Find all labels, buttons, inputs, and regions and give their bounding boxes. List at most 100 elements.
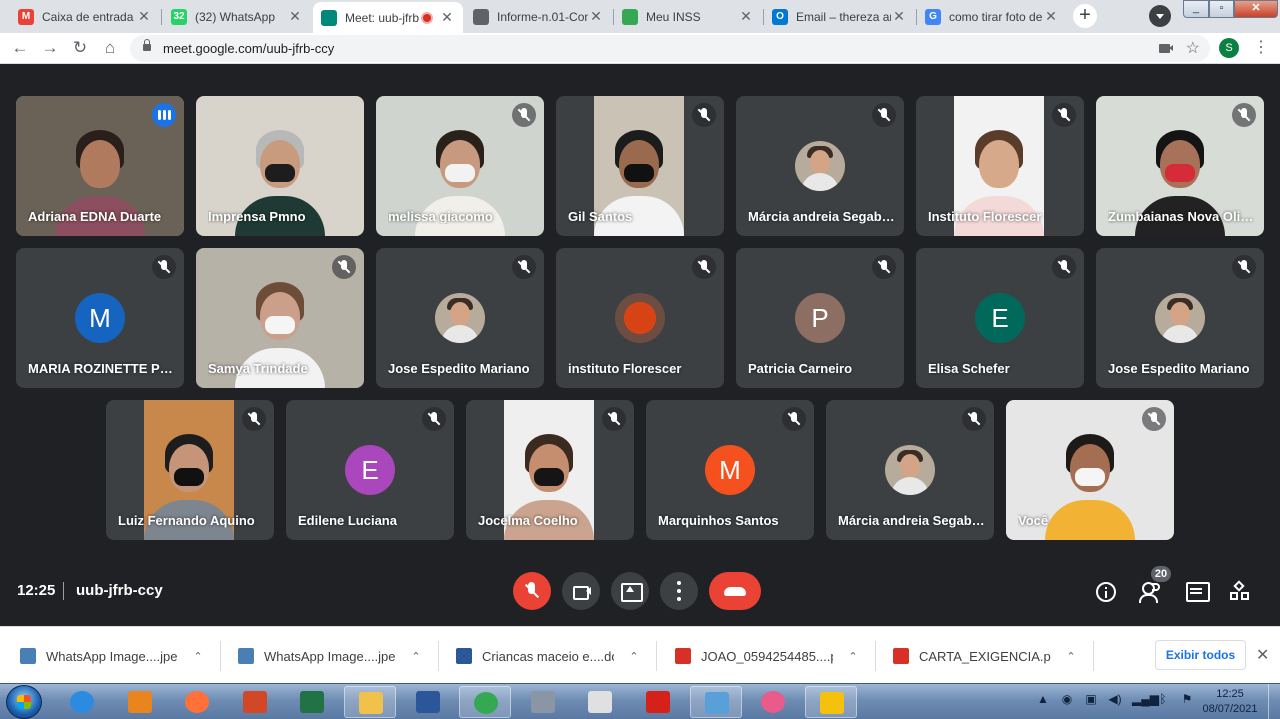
taskbar-app-button[interactable] <box>56 686 108 718</box>
security-icon[interactable]: ◉ <box>1060 692 1074 708</box>
close-tab-icon[interactable]: ✕ <box>588 8 604 25</box>
chevron-up-icon[interactable]: ⌃ <box>845 650 861 663</box>
taskbar-app-button[interactable] <box>114 686 166 718</box>
taskbar-app-button[interactable] <box>459 686 511 718</box>
participant-tile[interactable]: instituto Florescer <box>556 248 724 388</box>
download-item[interactable]: Criancas maceio e....doc ⌃ <box>456 641 642 671</box>
taskbar-clock[interactable]: 12:25 08/07/2021 <box>1197 687 1263 717</box>
taskbar-app-button[interactable] <box>517 686 569 718</box>
participant-tile[interactable]: Márcia andreia Segabinazzi <box>736 96 904 236</box>
participants-icon[interactable] <box>1139 580 1163 604</box>
taskbar-app-button[interactable] <box>344 686 396 718</box>
close-tab-icon[interactable]: ✕ <box>891 8 907 25</box>
close-tab-icon[interactable]: ✕ <box>287 8 303 25</box>
participant-tile[interactable]: Jose Espedito Mariano <box>376 248 544 388</box>
address-bar[interactable]: meet.google.com/uub-jfrb-ccy ☆ <box>130 35 1210 62</box>
close-window-button[interactable]: ✕ <box>1234 0 1278 18</box>
maximize-button[interactable]: ▫ <box>1209 0 1234 18</box>
participant-name: Jose Espedito Mariano <box>1108 361 1250 376</box>
browser-tab[interactable]: M Caixa de entrada (✕ <box>10 2 160 31</box>
participant-tile[interactable]: Jose Espedito Mariano <box>1096 248 1264 388</box>
browser-tab[interactable]: Gcomo tirar foto de ✕ <box>917 2 1067 31</box>
participant-tile[interactable]: Samya Trindade <box>196 248 364 388</box>
action-center-flag-icon[interactable]: ⚑ <box>1180 692 1194 708</box>
chevron-up-icon[interactable]: ⌃ <box>1063 650 1079 663</box>
download-item[interactable]: WhatsApp Image....jpeg ⌃ <box>20 641 206 671</box>
participant-name: Elisa Schefer <box>928 361 1010 376</box>
participant-tile[interactable]: Zumbaianas Nova Olinda <box>1096 96 1264 236</box>
show-desktop-button[interactable] <box>1268 684 1280 719</box>
camera-in-use-icon[interactable] <box>1159 44 1173 53</box>
tab-search-button[interactable] <box>1149 5 1171 27</box>
volume-icon[interactable]: ◀) <box>1108 692 1122 708</box>
browser-tab[interactable]: Meu INSS ✕ <box>614 2 762 31</box>
chrome-menu-icon[interactable]: ⋮ <box>1253 37 1269 59</box>
more-options-button[interactable] <box>660 572 698 610</box>
lock-icon[interactable] <box>143 39 151 51</box>
browser-tab[interactable]: Meet: uub-jfrb ✕ <box>313 2 463 33</box>
download-item[interactable]: JOAO_0594254485....pdf ⌃ <box>675 641 861 671</box>
participant-tile[interactable]: Você <box>1006 400 1174 540</box>
muted-mic-icon <box>332 255 356 279</box>
participant-tile[interactable]: E Elisa Schefer <box>916 248 1084 388</box>
new-tab-button[interactable]: + <box>1073 4 1097 28</box>
taskbar-app-button[interactable] <box>171 686 223 718</box>
close-downloads-icon[interactable]: ✕ <box>1256 645 1269 665</box>
close-tab-icon[interactable]: ✕ <box>439 9 455 26</box>
participant-tile[interactable]: Luiz Fernando Aquino <box>106 400 274 540</box>
reload-icon[interactable]: ↻ <box>69 37 91 59</box>
participant-tile[interactable]: M Marquinhos Santos <box>646 400 814 540</box>
back-arrow-icon[interactable]: ← <box>9 37 31 59</box>
participant-tile[interactable]: P Patricia Carneiro <box>736 248 904 388</box>
close-tab-icon[interactable]: ✕ <box>738 8 754 25</box>
taskbar-app-button[interactable] <box>632 686 684 718</box>
camera-button[interactable] <box>562 572 600 610</box>
url-text[interactable]: meet.google.com/uub-jfrb-ccy <box>163 41 334 56</box>
taskbar-app-button[interactable] <box>574 686 626 718</box>
participant-tile[interactable]: Imprensa Pmno <box>196 96 364 236</box>
browser-tab[interactable]: Informe-n.01-Con ✕ <box>465 2 612 31</box>
taskbar-app-button[interactable] <box>286 686 338 718</box>
download-item[interactable]: WhatsApp Image....jpeg ⌃ <box>238 641 424 671</box>
device-icon[interactable]: ▣ <box>1084 692 1098 708</box>
participant-tile[interactable]: M MARIA ROZINETTE PEREIRA <box>16 248 184 388</box>
close-tab-icon[interactable]: ✕ <box>1043 8 1059 25</box>
minimize-button[interactable]: _ <box>1183 0 1209 18</box>
participant-tile[interactable]: E Edilene Luciana <box>286 400 454 540</box>
bookmark-star-icon[interactable]: ☆ <box>1186 38 1200 58</box>
show-hidden-icons-icon[interactable]: ▲ <box>1036 692 1050 708</box>
chat-icon[interactable] <box>1184 580 1210 604</box>
taskbar-app-button[interactable] <box>229 686 281 718</box>
muted-mic-icon <box>602 407 626 431</box>
chevron-up-icon[interactable]: ⌃ <box>408 650 424 663</box>
participant-tile[interactable]: Márcia andreia Segabinazzi <box>826 400 994 540</box>
taskbar-app-button[interactable] <box>402 686 454 718</box>
microphone-off-button[interactable] <box>513 572 551 610</box>
forward-arrow-icon[interactable]: → <box>39 37 61 59</box>
profile-avatar[interactable]: S <box>1219 38 1239 58</box>
chevron-up-icon[interactable]: ⌃ <box>190 650 206 663</box>
signal-icon[interactable]: ▂▄▆ <box>1132 692 1159 708</box>
participant-tile[interactable]: melissa giacomo <box>376 96 544 236</box>
bluetooth-icon[interactable]: ᛒ <box>1156 692 1170 708</box>
taskbar-app-button[interactable] <box>805 686 857 718</box>
participant-tile[interactable]: Instituto Florescer <box>916 96 1084 236</box>
taskbar-app-button[interactable] <box>747 686 799 718</box>
chevron-up-icon[interactable]: ⌃ <box>626 650 642 663</box>
close-tab-icon[interactable]: ✕ <box>136 8 152 25</box>
download-item[interactable]: CARTA_EXIGENCIA.pdf ⌃ <box>893 641 1079 671</box>
meeting-details-icon[interactable] <box>1096 582 1116 602</box>
activities-icon[interactable] <box>1229 580 1253 604</box>
participant-tile[interactable]: Jocelma Coelho <box>466 400 634 540</box>
show-all-downloads-button[interactable]: Exibir todos <box>1155 640 1246 670</box>
leave-call-button[interactable] <box>709 572 761 610</box>
browser-tab[interactable]: 32 (32) WhatsApp ✕ <box>163 2 311 31</box>
home-icon[interactable]: ⌂ <box>99 37 121 59</box>
participant-tile[interactable]: Adriana EDNA Duarte <box>16 96 184 236</box>
present-now-button[interactable] <box>611 572 649 610</box>
taskbar-app-button[interactable] <box>690 686 742 718</box>
participant-tile[interactable]: Gil Santos <box>556 96 724 236</box>
browser-tab[interactable]: O Email – thereza an ✕ <box>764 2 915 31</box>
start-button[interactable] <box>6 685 42 719</box>
participant-name: Jose Espedito Mariano <box>388 361 530 376</box>
